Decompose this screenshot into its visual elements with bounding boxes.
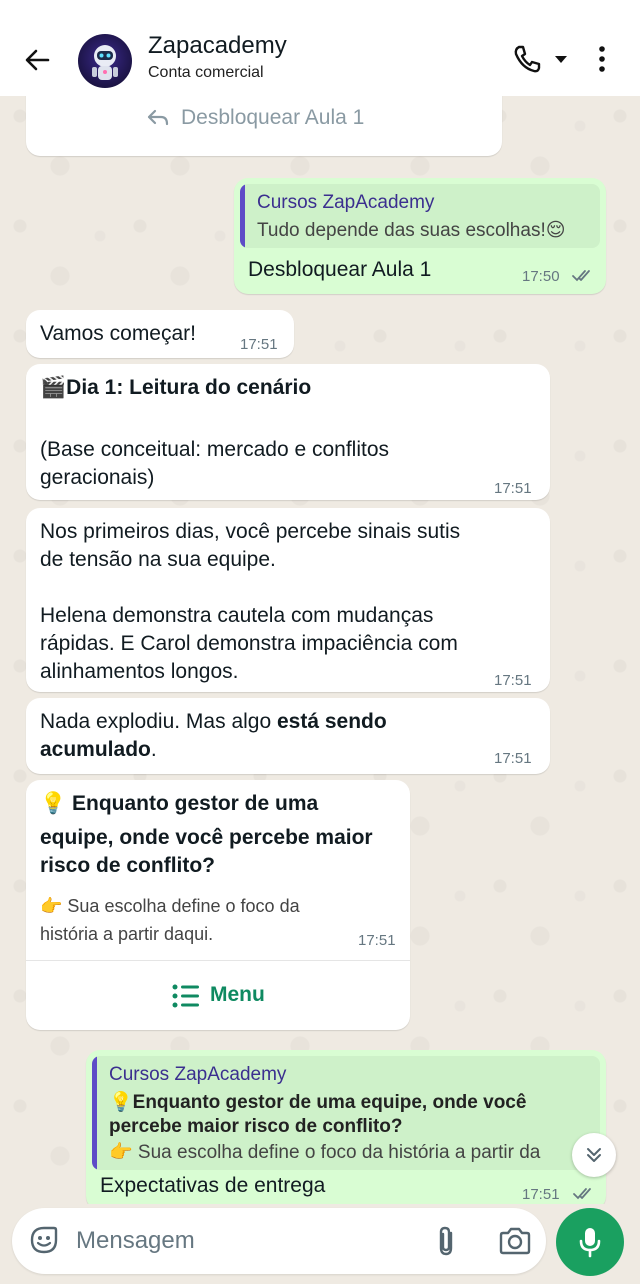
message-line: acumulado. xyxy=(40,736,157,764)
menu-button[interactable]: Menu xyxy=(26,961,410,1030)
quick-reply-button[interactable]: Desbloquear Aula 1 xyxy=(26,96,502,156)
interactive-message[interactable]: 💡 Enquanto gestor de uma equipe, onde vo… xyxy=(26,780,410,1030)
paperclip-icon[interactable] xyxy=(432,1224,462,1258)
sticker-emoji-icon[interactable] xyxy=(28,1224,60,1256)
list-icon xyxy=(172,983,200,1014)
read-ticks-icon xyxy=(572,1187,598,1204)
quick-reply-label: Desbloquear Aula 1 xyxy=(181,106,365,129)
message-line: alinhamentos longos. xyxy=(40,660,239,683)
message-line: rápidas. E Carol demonstra impaciência c… xyxy=(40,632,458,655)
message-input[interactable] xyxy=(76,1222,406,1260)
message-time: 17:51 xyxy=(240,336,278,353)
phone-icon[interactable] xyxy=(510,42,544,76)
quote-text: 👉 Sua escolha define o foco da história … xyxy=(109,1142,541,1163)
message-text: Desbloquear Aula 1 xyxy=(248,258,432,281)
question-line: equipe, onde você percebe maior xyxy=(40,826,373,849)
hint-line: história a partir daqui. xyxy=(40,924,214,944)
message-line: Helena demonstra cautela com mudanças xyxy=(40,604,434,627)
double-chevron-down-icon xyxy=(584,1145,604,1170)
outgoing-message[interactable]: Cursos ZapAcademy 💡Enquanto gestor de um… xyxy=(86,1050,606,1204)
more-options-icon[interactable] xyxy=(590,42,614,76)
incoming-message[interactable]: Vamos começar! 17:51 xyxy=(26,310,294,358)
quote-author: Cursos ZapAcademy xyxy=(109,1064,287,1085)
message-time: 17:51 xyxy=(494,750,532,767)
quote-text: Tudo depende das suas escolhas!😌 xyxy=(257,220,566,241)
quote-text: percebe maior risco de conflito? xyxy=(109,1116,403,1137)
message-composer[interactable] xyxy=(12,1208,546,1274)
camera-icon[interactable] xyxy=(498,1226,532,1256)
message-time: 17:51 xyxy=(494,672,532,689)
message-time: 17:51 xyxy=(494,480,532,497)
message-line: geracionais) xyxy=(40,466,155,489)
scroll-to-bottom-button[interactable] xyxy=(572,1133,616,1177)
question-line: risco de conflito? xyxy=(40,854,216,877)
incoming-message[interactable]: 🎬Dia 1: Leitura do cenário (Base conceit… xyxy=(26,364,550,500)
message-text-bold: está sendo xyxy=(276,710,387,733)
incoming-message[interactable]: Nos primeiros dias, você percebe sinais … xyxy=(26,508,550,692)
message-text-bold: acumulado xyxy=(40,738,151,761)
message-time: 17:50 xyxy=(522,268,560,285)
question-line: 💡 Enquanto gestor de uma xyxy=(40,792,319,815)
menu-button-label: Menu xyxy=(210,983,265,1006)
message-text-end: . xyxy=(150,738,157,761)
read-ticks-icon xyxy=(571,269,597,288)
quoted-message[interactable]: Cursos ZapAcademy Tudo depende das suas … xyxy=(240,184,600,248)
quoted-message[interactable]: Cursos ZapAcademy 💡Enquanto gestor de um… xyxy=(92,1056,600,1170)
reply-arrow-icon xyxy=(146,108,170,133)
message-line: Nos primeiros dias, você percebe sinais … xyxy=(40,520,461,543)
message-text: Vamos começar! xyxy=(40,322,196,345)
message-time: 17:51 xyxy=(358,932,396,949)
quote-bar xyxy=(240,184,245,248)
message-line: Nada explodiu. Mas algo está sendo xyxy=(40,708,387,736)
message-line: (Base conceitual: mercado e conflitos xyxy=(40,438,390,461)
chat-area[interactable]: Desbloquear Aula 1 Cursos ZapAcademy Tud… xyxy=(0,96,640,1204)
contact-name[interactable]: Zapacademy xyxy=(148,32,287,60)
incoming-message[interactable]: Nada explodiu. Mas algo está sendo acumu… xyxy=(26,698,550,774)
message-title: 🎬Dia 1: Leitura do cenário xyxy=(40,376,312,399)
message-time: 17:51 xyxy=(522,1186,560,1203)
quote-bar xyxy=(92,1056,97,1170)
message-line: de tensão na sua equipe. xyxy=(40,548,276,571)
microphone-icon xyxy=(578,1226,602,1263)
hint-line: 👉 Sua escolha define o foco da xyxy=(40,896,300,916)
contact-subtitle: Conta comercial xyxy=(148,64,264,81)
outgoing-message[interactable]: Cursos ZapAcademy Tudo depende das suas … xyxy=(234,178,606,294)
input-bar xyxy=(0,1204,640,1284)
message-text-plain: Nada explodiu. Mas algo xyxy=(40,710,277,733)
chat-header: Zapacademy Conta comercial xyxy=(0,0,640,96)
quote-author: Cursos ZapAcademy xyxy=(257,192,435,213)
back-arrow-icon[interactable] xyxy=(18,40,58,80)
message-text: Expectativas de entrega xyxy=(100,1174,326,1197)
chevron-down-icon[interactable] xyxy=(552,50,570,68)
quote-text: 💡Enquanto gestor de uma equipe, onde voc… xyxy=(109,1092,527,1113)
avatar[interactable] xyxy=(78,34,132,88)
microphone-button[interactable] xyxy=(556,1208,624,1276)
